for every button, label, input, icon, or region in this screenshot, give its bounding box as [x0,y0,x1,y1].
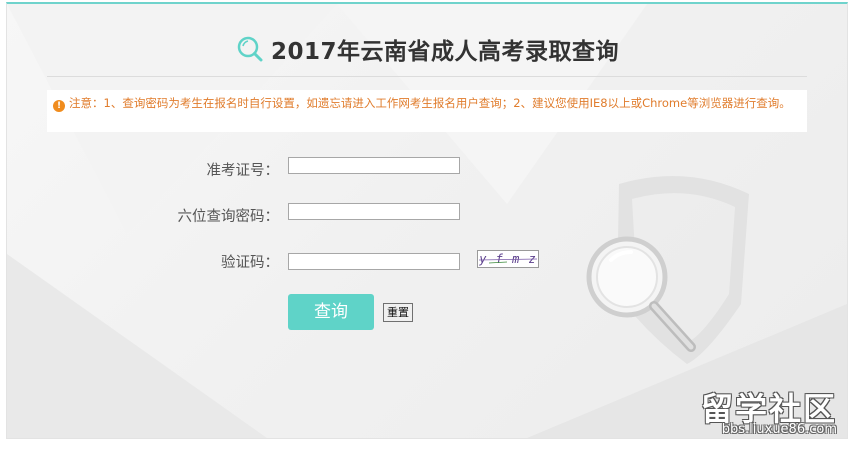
reset-button[interactable]: 重置 [383,303,413,322]
watermark: 留学社区 bbs.liuxue86.com [681,384,847,438]
captcha-label: 验证码： [221,255,279,271]
captcha-input[interactable] [288,253,460,270]
search-icon [237,36,263,62]
query-button[interactable]: 查询 [288,294,374,330]
admission-number-label: 准考证号： [206,163,280,179]
password-input[interactable] [288,203,460,220]
watermark-url: bbs.liuxue86.com [721,422,837,437]
notice-box: ! 注意：1、查询密码为考生在报名时自行设置，如遗忘请进入工作网考生报名用户查询；… [47,90,807,132]
title-divider [47,76,807,77]
password-label: 六位查询密码： [177,209,280,225]
exclamation-icon: ! [53,100,65,112]
captcha-noise [478,258,538,264]
page-header: 2017年云南省成人高考录取查询 [7,32,847,66]
notice-text: 注意：1、查询密码为考生在报名时自行设置，如遗忘请进入工作网考生报名用户查询；2… [69,96,791,110]
page-title: 2017年云南省成人高考录取查询 [270,39,619,65]
admission-number-input[interactable] [288,157,460,174]
query-panel: 2017年云南省成人高考录取查询 ! 注意：1、查询密码为考生在报名时自行设置，如… [6,2,848,439]
